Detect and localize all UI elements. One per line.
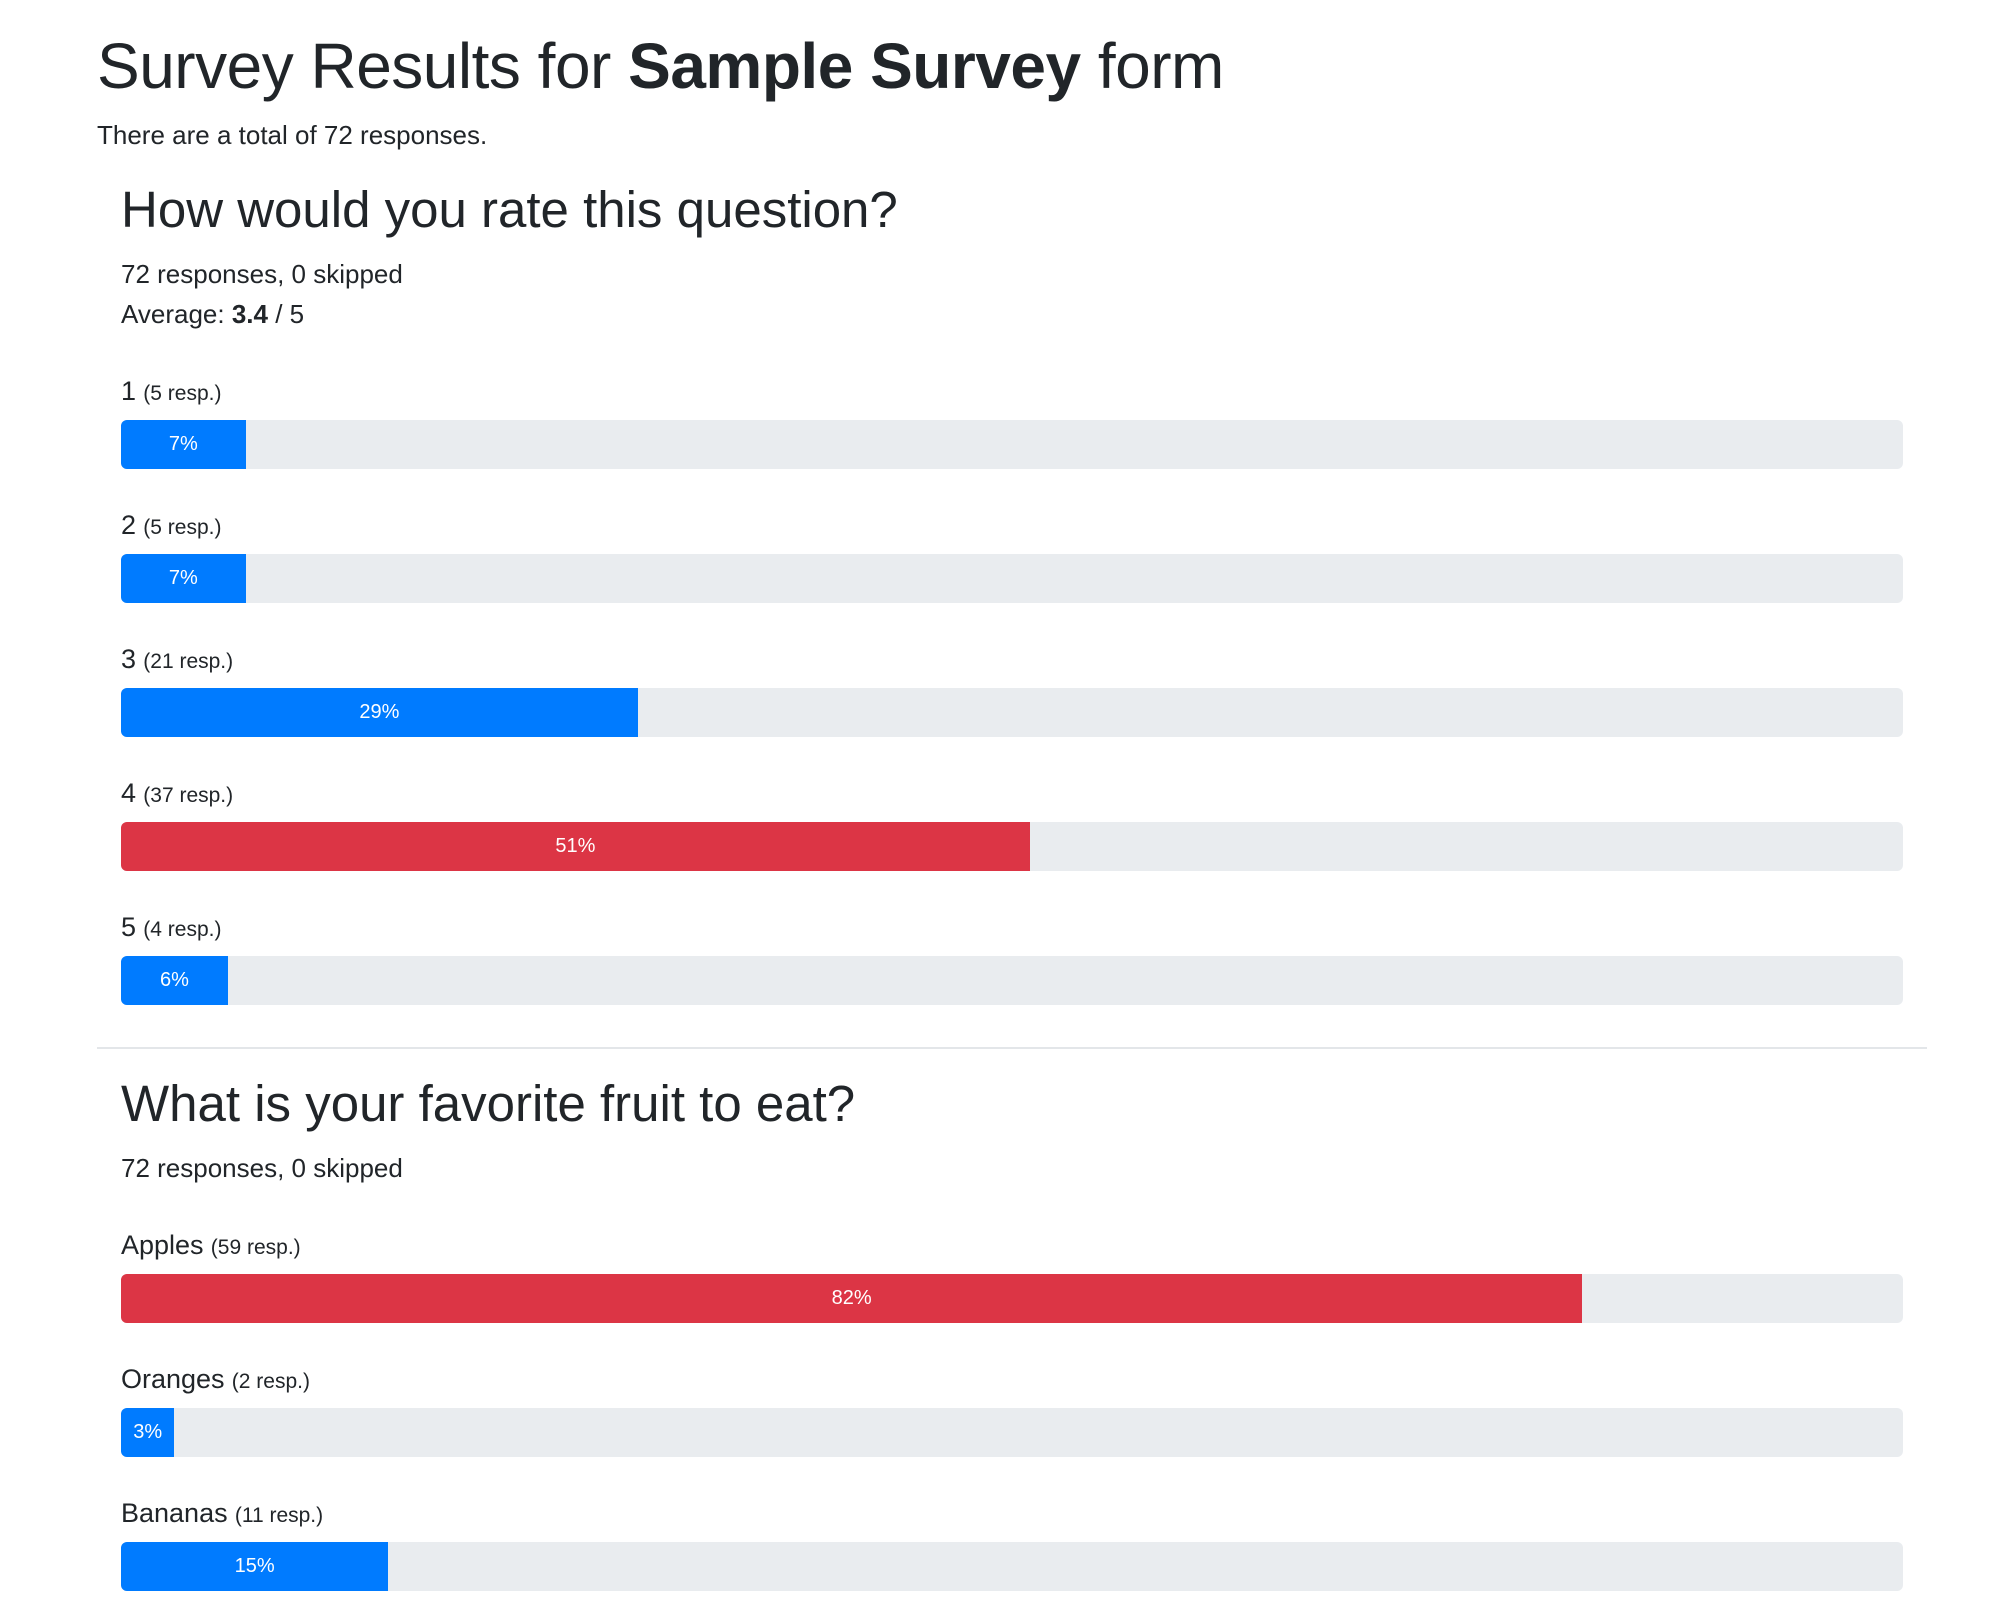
responses-summary: 72 responses, 0 skipped: [121, 1153, 403, 1183]
option-name: 4: [121, 778, 137, 808]
progress-bar: 6%: [121, 956, 228, 1005]
option-label: 5 (4 resp.): [121, 909, 1903, 948]
progress-bar: 82%: [121, 1274, 1583, 1323]
option-count: (37 resp.): [143, 784, 234, 807]
progress-track: 3%: [121, 1408, 1903, 1457]
title-suffix: form: [1080, 30, 1225, 102]
option-label: Oranges (2 resp.): [121, 1361, 1903, 1400]
option-row: 4 (37 resp.) 51%: [121, 775, 1903, 871]
option-count: (4 resp.): [143, 918, 222, 941]
progress-bar: 51%: [121, 822, 1030, 871]
average-score: Average: 3.4 / 5: [121, 294, 1903, 334]
progress-track: 7%: [121, 420, 1903, 469]
option-name: Oranges: [121, 1364, 225, 1394]
question-rating: How would you rate this question? 72 res…: [121, 178, 1903, 1005]
progress-bar: 15%: [121, 1542, 389, 1591]
option-count: (11 resp.): [234, 1504, 324, 1527]
option-row: 5 (4 resp.) 6%: [121, 909, 1903, 1005]
option-count: (59 resp.): [210, 1236, 301, 1259]
option-name: 3: [121, 644, 137, 674]
option-row: 1 (5 resp.) 7%: [121, 373, 1903, 469]
progress-track: 15%: [121, 1542, 1903, 1591]
option-label: 4 (37 resp.): [121, 775, 1903, 814]
progress-track: 51%: [121, 822, 1903, 871]
option-label: 1 (5 resp.): [121, 373, 1903, 412]
question-title: What is your favorite fruit to eat?: [121, 1075, 856, 1132]
option-count: (2 resp.): [231, 1370, 310, 1393]
progress-bar: 7%: [121, 554, 246, 603]
option-name: Apples: [121, 1230, 204, 1260]
option-name: Bananas: [121, 1498, 228, 1528]
option-name: 2: [121, 510, 137, 540]
option-name: 5: [121, 912, 137, 942]
option-row: 2 (5 resp.) 7%: [121, 507, 1903, 603]
option-row: Apples (59 resp.) 82%: [121, 1227, 1903, 1323]
total-responses: There are a total of 72 responses.: [97, 120, 488, 150]
option-row: 3 (21 resp.) 29%: [121, 641, 1903, 737]
question-title: How would you rate this question?: [121, 181, 898, 238]
progress-track: 29%: [121, 688, 1903, 737]
section-divider: [97, 1047, 1927, 1049]
responses-summary: 72 responses, 0 skipped: [121, 259, 403, 289]
page-title: Survey Results for Sample Survey form: [97, 22, 1224, 110]
average-scale: / 5: [267, 299, 305, 329]
progress-track: 7%: [121, 554, 1903, 603]
question-fruit: What is your favorite fruit to eat? 72 r…: [121, 1072, 1903, 1591]
progress-bar: 29%: [121, 688, 638, 737]
form-name: Sample Survey: [628, 30, 1081, 102]
progress-bar: 3%: [121, 1408, 175, 1457]
option-label: Bananas (11 resp.): [121, 1495, 1903, 1534]
option-name: 1: [121, 376, 137, 406]
option-label: 3 (21 resp.): [121, 641, 1903, 680]
option-label: Apples (59 resp.): [121, 1227, 1903, 1266]
average-label: Average:: [121, 299, 232, 329]
option-row: Oranges (2 resp.) 3%: [121, 1361, 1903, 1457]
option-count: (21 resp.): [143, 650, 234, 673]
option-count: (5 resp.): [143, 516, 222, 539]
option-count: (5 resp.): [143, 382, 222, 405]
progress-track: 82%: [121, 1274, 1903, 1323]
progress-bar: 7%: [121, 420, 246, 469]
title-prefix: Survey Results for: [97, 30, 629, 102]
option-row: Bananas (11 resp.) 15%: [121, 1495, 1903, 1591]
average-value: 3.4: [231, 299, 268, 329]
progress-track: 6%: [121, 956, 1903, 1005]
option-label: 2 (5 resp.): [121, 507, 1903, 546]
